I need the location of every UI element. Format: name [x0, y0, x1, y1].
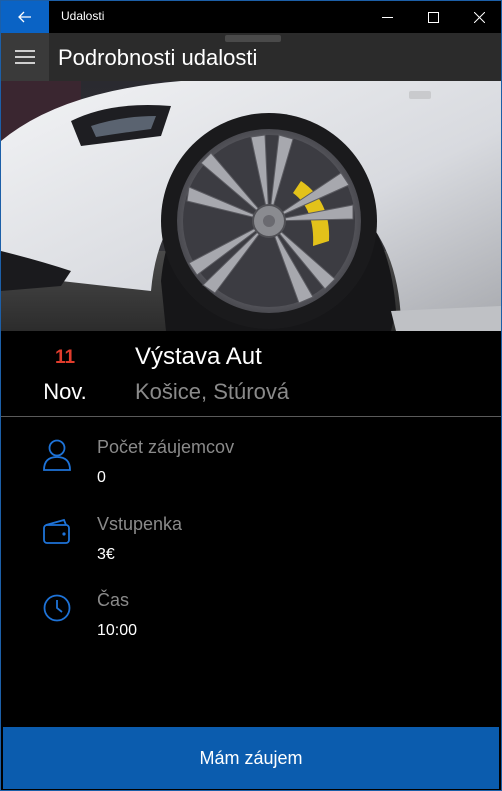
person-icon [39, 437, 75, 473]
detail-value: 0 [97, 469, 106, 486]
event-day: 11 [54, 347, 76, 368]
back-button[interactable] [1, 1, 49, 33]
title-bar: Udalosti [1, 1, 501, 33]
event-title: Výstava Aut [135, 343, 262, 370]
maximize-button[interactable] [410, 1, 456, 33]
detail-value: 10:00 [97, 622, 138, 639]
detail-label: Vstupenka [97, 514, 183, 534]
hamburger-menu-icon [15, 50, 35, 64]
close-button[interactable] [456, 1, 501, 33]
clock-icon [39, 590, 75, 626]
event-location: Košice, Stúrová [135, 379, 290, 404]
detail-ticket: Vstupenka 3€ [1, 514, 501, 584]
detail-value: 3€ [97, 546, 115, 563]
minimize-button[interactable] [364, 1, 410, 33]
page-header: Podrobnosti udalosti [1, 33, 501, 81]
detail-label: Čas [97, 590, 130, 610]
detail-time: Čas 10:00 [1, 590, 501, 660]
interested-button[interactable]: Mám záujem [3, 727, 499, 789]
arrow-left-icon [18, 11, 31, 23]
detail-label: Počet záujemcov [97, 437, 235, 457]
close-icon [473, 11, 485, 23]
app-window: Udalosti Podrobnosti udalosti 11 Nov. Vý… [0, 0, 502, 791]
car-wheel-illustration [1, 81, 501, 331]
event-month: Nov. [43, 379, 87, 404]
page-title: Podrobnosti udalosti [58, 45, 258, 70]
detail-interested: Počet záujemcov 0 [1, 437, 501, 507]
maximize-icon [427, 11, 439, 23]
event-image [1, 81, 501, 331]
drag-grip[interactable] [225, 35, 281, 42]
window-title: Udalosti [61, 9, 105, 23]
event-summary: 11 Nov. Výstava Aut Košice, Stúrová [1, 331, 501, 417]
wallet-icon [39, 514, 75, 550]
minimize-icon [381, 16, 393, 18]
menu-button[interactable] [1, 33, 49, 81]
